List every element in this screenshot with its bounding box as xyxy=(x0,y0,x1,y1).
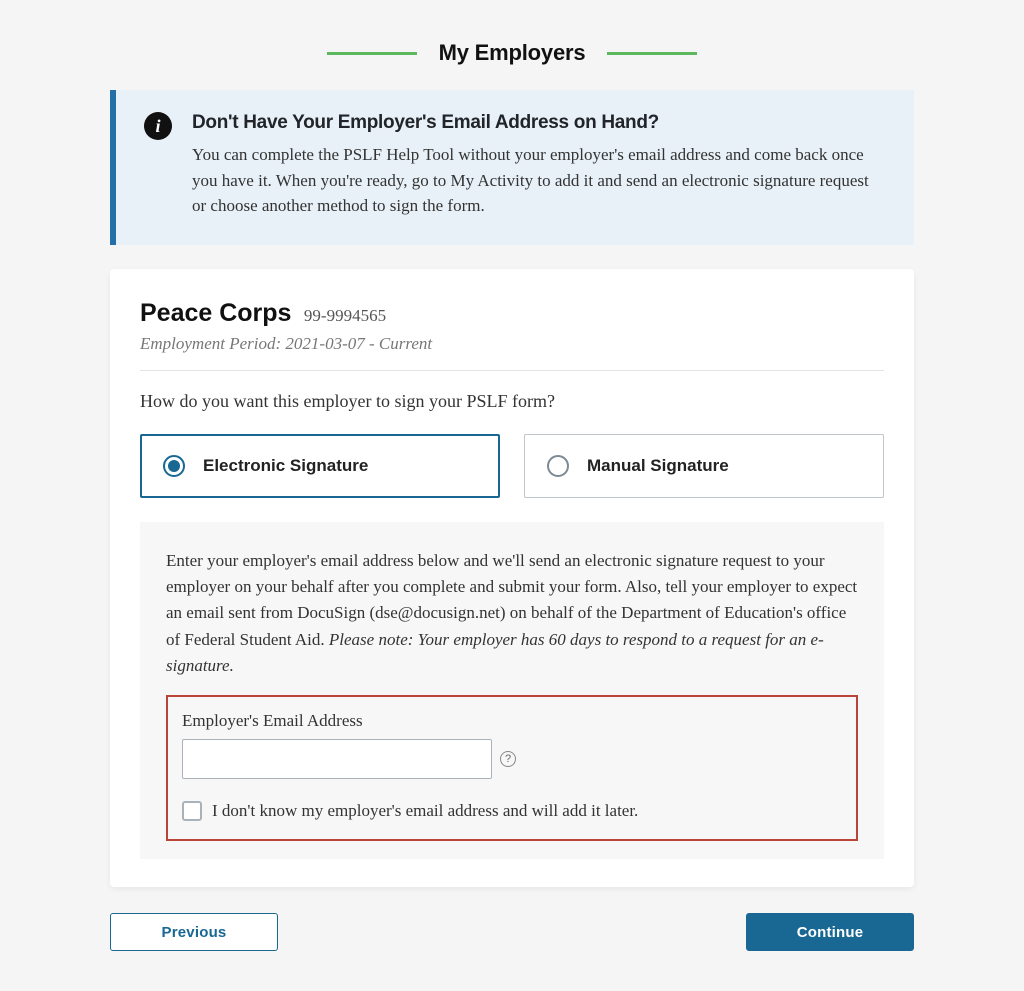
info-body: You can complete the PSLF Help Tool with… xyxy=(192,142,886,219)
email-highlight-box: Employer's Email Address ? I don't know … xyxy=(166,695,858,841)
unknown-email-checkbox-label: I don't know my employer's email address… xyxy=(212,801,638,821)
radio-manual-label: Manual Signature xyxy=(587,456,729,476)
employer-name: Peace Corps xyxy=(140,299,291,328)
electronic-panel-text: Enter your employer's email address belo… xyxy=(166,548,858,680)
employer-email-input[interactable] xyxy=(182,739,492,779)
section-title: My Employers xyxy=(439,40,586,66)
radio-manual-signature[interactable]: Manual Signature xyxy=(524,434,884,498)
help-icon[interactable]: ? xyxy=(500,751,516,767)
radio-button-icon xyxy=(163,455,185,477)
info-title: Don't Have Your Employer's Email Address… xyxy=(192,112,886,134)
radio-electronic-label: Electronic Signature xyxy=(203,456,368,476)
signature-options: Electronic Signature Manual Signature xyxy=(140,434,884,498)
signature-question: How do you want this employer to sign yo… xyxy=(140,391,884,412)
unknown-email-checkbox[interactable] xyxy=(182,801,202,821)
section-title-wrap: My Employers xyxy=(0,40,1024,66)
info-icon: i xyxy=(144,112,172,140)
radio-electronic-signature[interactable]: Electronic Signature xyxy=(140,434,500,498)
radio-button-icon xyxy=(547,455,569,477)
decorative-line-left xyxy=(327,52,417,55)
employer-ein: 99-9994565 xyxy=(304,306,386,325)
email-label: Employer's Email Address xyxy=(182,711,842,731)
employer-card: Peace Corps 99-9994565 Employment Period… xyxy=(110,269,914,888)
employment-period: Employment Period: 2021-03-07 - Current xyxy=(140,334,884,354)
nav-row: Previous Continue xyxy=(110,913,914,951)
continue-button[interactable]: Continue xyxy=(746,913,914,951)
info-callout: i Don't Have Your Employer's Email Addre… xyxy=(110,90,914,245)
previous-button[interactable]: Previous xyxy=(110,913,278,951)
employer-header: Peace Corps 99-9994565 Employment Period… xyxy=(140,299,884,371)
electronic-signature-panel: Enter your employer's email address belo… xyxy=(140,522,884,860)
decorative-line-right xyxy=(607,52,697,55)
